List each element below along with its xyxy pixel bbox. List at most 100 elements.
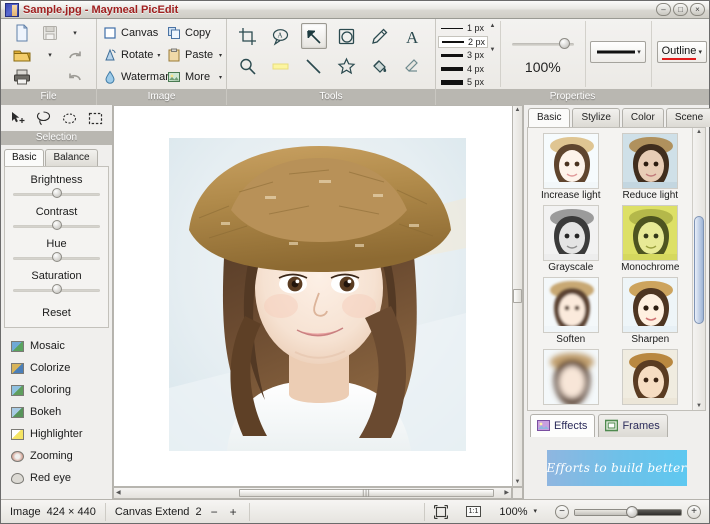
open-menu-caret-icon[interactable]: ▾ bbox=[48, 52, 52, 59]
open-folder-button[interactable] bbox=[10, 45, 34, 65]
new-document-button[interactable] bbox=[10, 23, 34, 43]
line-width-spinner[interactable]: ▲ ▼ bbox=[489, 23, 495, 53]
line-width-list[interactable]: 1 px 2 px 3 px 4 px 5 px bbox=[438, 22, 489, 88]
line-width-option-4[interactable]: 4 px bbox=[438, 63, 488, 75]
star-tool[interactable] bbox=[334, 53, 360, 79]
print-button[interactable] bbox=[10, 67, 34, 87]
minimize-button[interactable]: – bbox=[656, 3, 671, 16]
effects-scroll-up-icon[interactable]: ▲ bbox=[696, 129, 702, 135]
canvas-button[interactable]: Canvas bbox=[101, 23, 165, 43]
effects-scroll-thumb[interactable] bbox=[694, 216, 704, 324]
thumb-increase-light[interactable] bbox=[542, 133, 599, 189]
canvas-hscroll-thumb[interactable]: ||| bbox=[239, 489, 494, 497]
zoom-level-dropdown[interactable]: 100% ▾ bbox=[490, 500, 546, 524]
thumb-grayscale[interactable] bbox=[542, 205, 599, 261]
canvas-photo[interactable] bbox=[169, 138, 466, 451]
thumb-monochrome[interactable] bbox=[622, 205, 679, 261]
brightness-slider[interactable] bbox=[13, 188, 100, 200]
effect-preset-reduce-light[interactable]: Reduce light bbox=[613, 133, 689, 203]
saturation-knob[interactable] bbox=[51, 284, 62, 294]
line-style-dropdown[interactable]: ▾ bbox=[590, 41, 646, 63]
tab-color[interactable]: Color bbox=[621, 108, 664, 127]
spinner-up-icon[interactable]: ▲ bbox=[489, 23, 495, 29]
tab-stylize[interactable]: Stylize bbox=[572, 108, 620, 127]
fit-to-window-button[interactable] bbox=[425, 500, 457, 524]
saturation-slider[interactable] bbox=[13, 284, 100, 296]
hue-slider[interactable] bbox=[13, 252, 100, 264]
arrow-tool[interactable] bbox=[300, 23, 327, 49]
scroll-right-arrow-icon[interactable]: ▶ bbox=[504, 490, 509, 496]
canvas-vertical-scrollbar[interactable]: ▲ ▼ bbox=[512, 105, 523, 487]
canvas-vscroll-thumb[interactable] bbox=[513, 289, 522, 303]
thumb-blur-extra[interactable] bbox=[542, 349, 599, 405]
tab-basic-adjust[interactable]: Basic bbox=[4, 149, 45, 166]
zoom-in-button[interactable]: + bbox=[687, 504, 701, 519]
redo-button[interactable] bbox=[63, 45, 87, 65]
text-tool[interactable]: A bbox=[400, 23, 426, 49]
zoom-out-button[interactable]: − bbox=[555, 504, 569, 519]
eraser-tool[interactable] bbox=[400, 53, 426, 79]
contrast-slider[interactable] bbox=[13, 220, 100, 232]
line-style-caret-icon[interactable]: ▾ bbox=[637, 49, 641, 56]
tab-basic-effects[interactable]: Basic bbox=[528, 108, 571, 127]
watermark-button[interactable]: Watermar bbox=[101, 67, 169, 87]
actual-size-button[interactable]: 1:1 bbox=[457, 500, 491, 524]
crop-tool[interactable] bbox=[235, 23, 261, 49]
effect-highlighter[interactable]: Highlighter bbox=[1, 423, 112, 445]
thumb-reduce-light[interactable] bbox=[622, 133, 679, 189]
effect-colorize[interactable]: Colorize bbox=[1, 357, 112, 379]
scroll-up-arrow-icon[interactable]: ▲ bbox=[515, 107, 521, 113]
canvas-extend-decrease-button[interactable]: − bbox=[208, 505, 221, 519]
tab-effects[interactable]: Effects bbox=[530, 414, 596, 437]
lasso-icon[interactable] bbox=[34, 108, 54, 128]
brightness-knob[interactable] bbox=[51, 188, 62, 198]
effects-vertical-scrollbar[interactable]: ▲ ▼ bbox=[692, 128, 705, 410]
ellipse-select-icon[interactable] bbox=[59, 108, 79, 128]
thumb-warm-extra[interactable] bbox=[622, 349, 679, 405]
undo-button[interactable] bbox=[63, 67, 87, 87]
canvas-horizontal-scrollbar[interactable]: ◀ ||| ▶ bbox=[113, 487, 512, 499]
callout-tool[interactable]: A bbox=[268, 23, 294, 49]
move-selection-icon[interactable] bbox=[8, 108, 28, 128]
effect-coloring[interactable]: Coloring bbox=[1, 379, 112, 401]
line-width-option-5[interactable]: 5 px bbox=[438, 76, 488, 88]
pencil-tool[interactable] bbox=[367, 23, 393, 49]
zoom-slider[interactable] bbox=[574, 505, 682, 518]
effect-preset-soften[interactable]: Soften bbox=[533, 277, 609, 347]
shape-tool[interactable] bbox=[334, 23, 360, 49]
fill-tool[interactable] bbox=[367, 53, 393, 79]
line-width-option-2[interactable]: 2 px bbox=[438, 35, 489, 48]
effects-scroll-down-icon[interactable]: ▼ bbox=[696, 403, 702, 409]
effect-bokeh[interactable]: Bokeh bbox=[1, 401, 112, 423]
contrast-knob[interactable] bbox=[51, 220, 62, 230]
tab-scene[interactable]: Scene bbox=[665, 108, 710, 127]
image-canvas[interactable] bbox=[113, 105, 512, 487]
effect-preset-grayscale[interactable]: Grayscale bbox=[533, 205, 609, 275]
zoom-level-caret-icon[interactable]: ▾ bbox=[533, 508, 537, 515]
thumb-soften[interactable] bbox=[542, 277, 599, 333]
highlighter-tool[interactable] bbox=[268, 53, 294, 79]
scroll-left-arrow-icon[interactable]: ◀ bbox=[116, 490, 121, 496]
outline-dropdown[interactable]: Outline ▾ bbox=[656, 41, 707, 63]
copy-button[interactable]: Copy bbox=[165, 23, 219, 43]
thumb-sharpen[interactable] bbox=[622, 277, 679, 333]
rotate-button[interactable]: Rotate ▾ bbox=[101, 45, 165, 65]
line-tool[interactable] bbox=[301, 53, 327, 79]
effect-mosaic[interactable]: Mosaic bbox=[1, 335, 112, 357]
effect-zooming[interactable]: Zooming bbox=[1, 445, 112, 467]
canvas-extend-increase-button[interactable]: + bbox=[227, 505, 240, 519]
paste-button[interactable]: Paste bbox=[165, 45, 219, 65]
spinner-down-icon[interactable]: ▼ bbox=[489, 47, 495, 53]
zoom-slider-knob[interactable] bbox=[626, 505, 638, 518]
tab-balance[interactable]: Balance bbox=[45, 149, 98, 166]
close-button[interactable]: × bbox=[690, 3, 705, 16]
effect-preset-blur-extra[interactable] bbox=[533, 349, 609, 408]
maximize-button[interactable]: □ bbox=[673, 3, 688, 16]
rect-select-icon[interactable] bbox=[85, 108, 105, 128]
more-button[interactable]: More bbox=[165, 67, 219, 87]
promo-banner[interactable]: Efforts to build better bbox=[546, 450, 687, 486]
effect-preset-sharpen[interactable]: Sharpen bbox=[613, 277, 689, 347]
rotate-caret-icon[interactable]: ▾ bbox=[157, 52, 160, 59]
hue-knob[interactable] bbox=[51, 252, 62, 262]
effect-preset-increase-light[interactable]: Increase light bbox=[533, 133, 609, 203]
